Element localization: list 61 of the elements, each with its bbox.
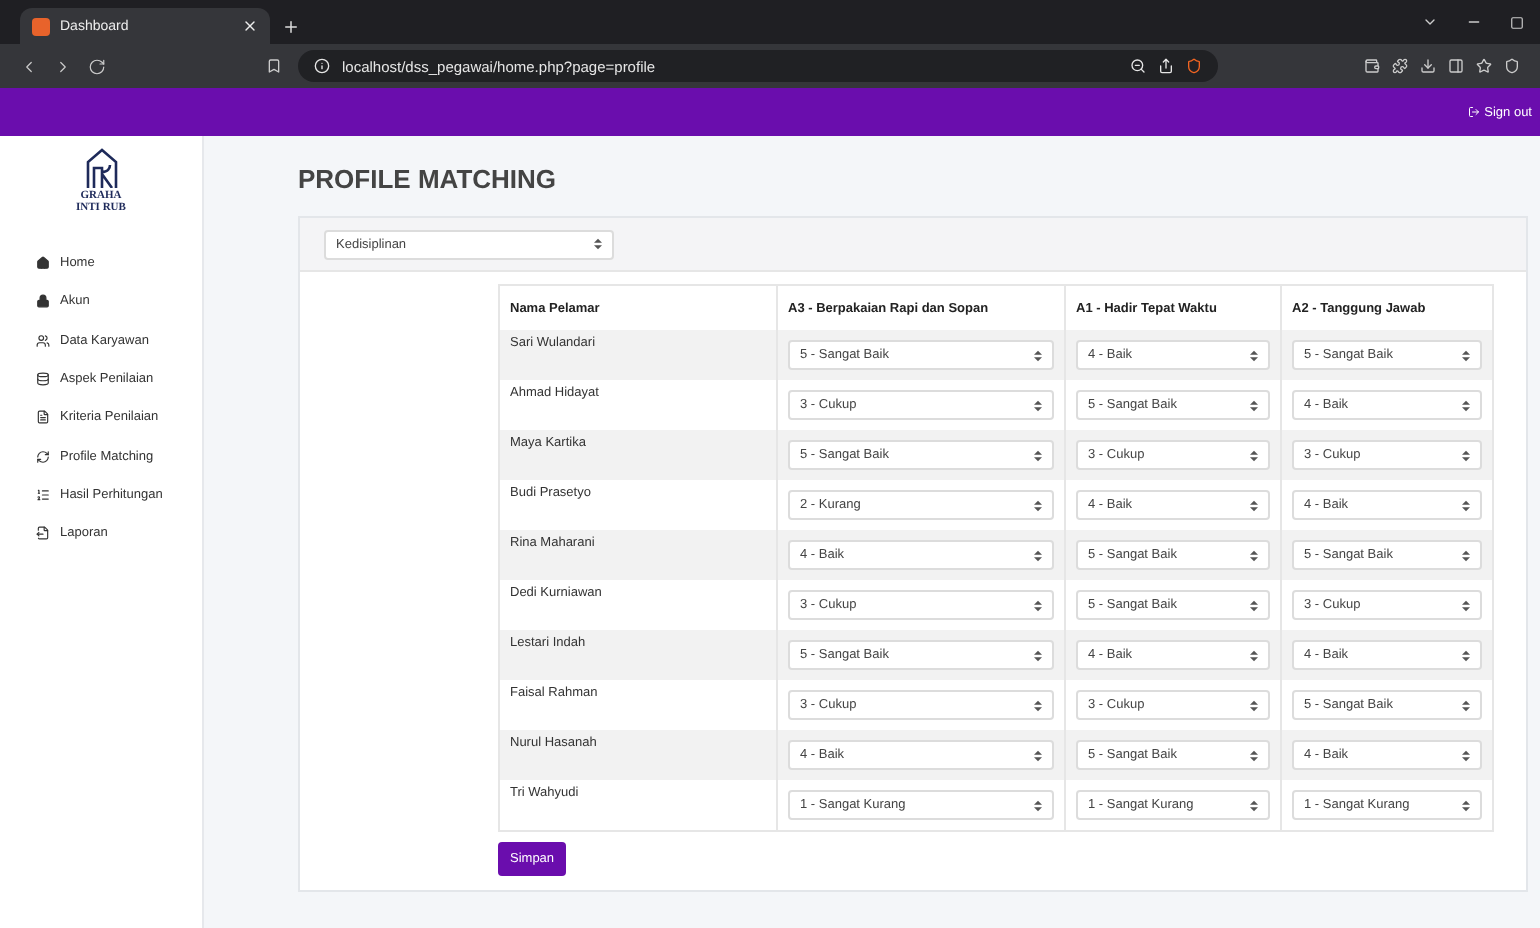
star-icon[interactable] — [1476, 58, 1492, 74]
select-arrow-icon — [1462, 599, 1470, 611]
database-icon — [36, 371, 50, 386]
zoom-icon[interactable] — [1130, 58, 1146, 74]
house-icon — [36, 255, 50, 270]
select-arrow-icon — [1250, 349, 1258, 361]
select-arrow-icon — [1250, 699, 1258, 711]
back-icon[interactable] — [20, 57, 38, 75]
list-icon — [36, 488, 50, 503]
select-arrow-icon — [1462, 449, 1470, 461]
select-arrow-icon — [1250, 649, 1258, 661]
select-arrow-icon — [1250, 749, 1258, 761]
select-arrow-icon — [1462, 799, 1470, 811]
select-arrow-icon — [1462, 749, 1470, 761]
info-icon — [314, 58, 330, 74]
building-logo-icon — [83, 148, 119, 188]
forward-icon[interactable] — [54, 57, 72, 75]
select-arrow-icon — [1462, 499, 1470, 511]
close-icon[interactable] — [242, 18, 258, 34]
sign-out-icon — [1468, 106, 1481, 118]
maximize-icon[interactable] — [1510, 15, 1524, 29]
select-arrow-icon — [1034, 349, 1042, 361]
refresh-icon — [36, 449, 50, 464]
select-arrow-icon — [1462, 399, 1470, 411]
shield-icon[interactable] — [1504, 58, 1520, 74]
select-arrow-icon — [1034, 699, 1042, 711]
users-icon — [36, 333, 50, 347]
select-arrow-icon — [1462, 649, 1470, 661]
select-arrow-icon — [1034, 799, 1042, 811]
select-arrow-icon — [1250, 399, 1258, 411]
select-arrow-icon — [1250, 549, 1258, 561]
page-title: PROFILE MATCHING — [298, 164, 559, 194]
select-arrow-icon — [1462, 549, 1470, 561]
select-arrow-icon — [1462, 699, 1470, 711]
share-icon[interactable] — [1158, 58, 1174, 74]
bookmark-icon[interactable] — [266, 58, 282, 74]
reload-icon[interactable] — [88, 57, 106, 75]
select-arrow-icon — [1034, 399, 1042, 411]
select-arrow-icon — [1034, 599, 1042, 611]
select-arrow-icon — [1034, 499, 1042, 511]
panel-icon[interactable] — [1448, 58, 1464, 74]
select-arrow-icon — [1250, 449, 1258, 461]
favicon-icon — [32, 17, 50, 35]
lock-icon — [36, 294, 50, 309]
select-arrow-icon — [1250, 599, 1258, 611]
puzzle-icon[interactable] — [1392, 58, 1408, 74]
chevron-icon[interactable] — [1422, 14, 1438, 30]
shield-icon[interactable] — [1186, 58, 1202, 74]
select-arrow-icon — [1462, 349, 1470, 361]
select-arrow-icon — [1250, 799, 1258, 811]
select-arrow-icon — [1250, 499, 1258, 511]
download-icon[interactable] — [1420, 58, 1436, 74]
wallet-icon[interactable] — [1364, 58, 1380, 74]
new-tab-icon[interactable] — [282, 18, 300, 36]
document-icon — [36, 526, 50, 541]
select-arrow-icon — [1034, 549, 1042, 561]
select-arrow-icon — [594, 238, 602, 250]
select-arrow-icon — [1034, 449, 1042, 461]
select-arrow-icon — [1034, 749, 1042, 761]
document-icon — [36, 410, 50, 425]
select-arrow-icon — [1034, 649, 1042, 661]
